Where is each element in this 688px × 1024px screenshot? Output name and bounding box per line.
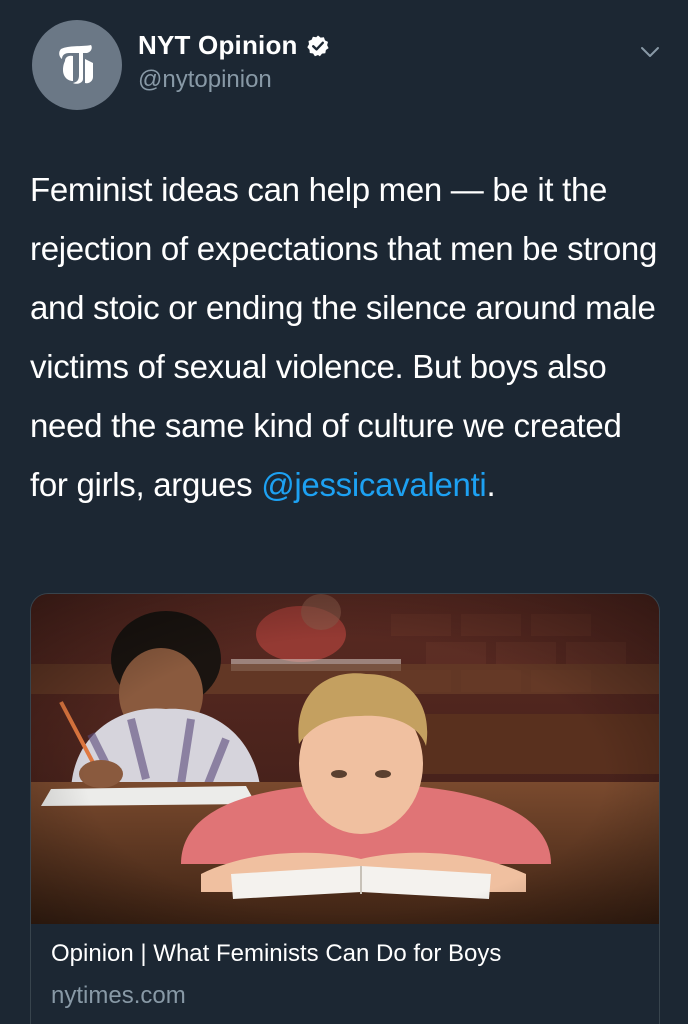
link-card[interactable]: Opinion | What Feminists Can Do for Boys… xyxy=(30,593,660,1024)
verified-badge-icon xyxy=(306,35,329,56)
card-title[interactable]: Opinion | What Feminists Can Do for Boys xyxy=(51,940,501,968)
article-photo[interactable] xyxy=(31,594,659,924)
tweet-text: Feminist ideas can help men — be it the … xyxy=(30,160,662,514)
avatar[interactable] xyxy=(32,20,122,110)
card-domain: nytimes.com xyxy=(51,982,186,1009)
account-name-row[interactable]: NYT Opinion xyxy=(138,30,330,61)
tweet-body-end: . xyxy=(486,466,496,503)
display-name[interactable]: NYT Opinion xyxy=(138,30,298,61)
chevron-down-icon xyxy=(641,47,659,57)
tweet-body-text: Feminist ideas can help men — be it the … xyxy=(30,171,658,503)
tweet[interactable]: NYT Opinion @nytopinion Feminist ideas c… xyxy=(0,0,688,1024)
tweet-menu-button[interactable] xyxy=(636,38,664,66)
mention-link[interactable]: @jessicavalenti xyxy=(261,466,487,503)
handle[interactable]: @nytopinion xyxy=(138,66,272,94)
nyt-logo-icon xyxy=(59,45,93,84)
